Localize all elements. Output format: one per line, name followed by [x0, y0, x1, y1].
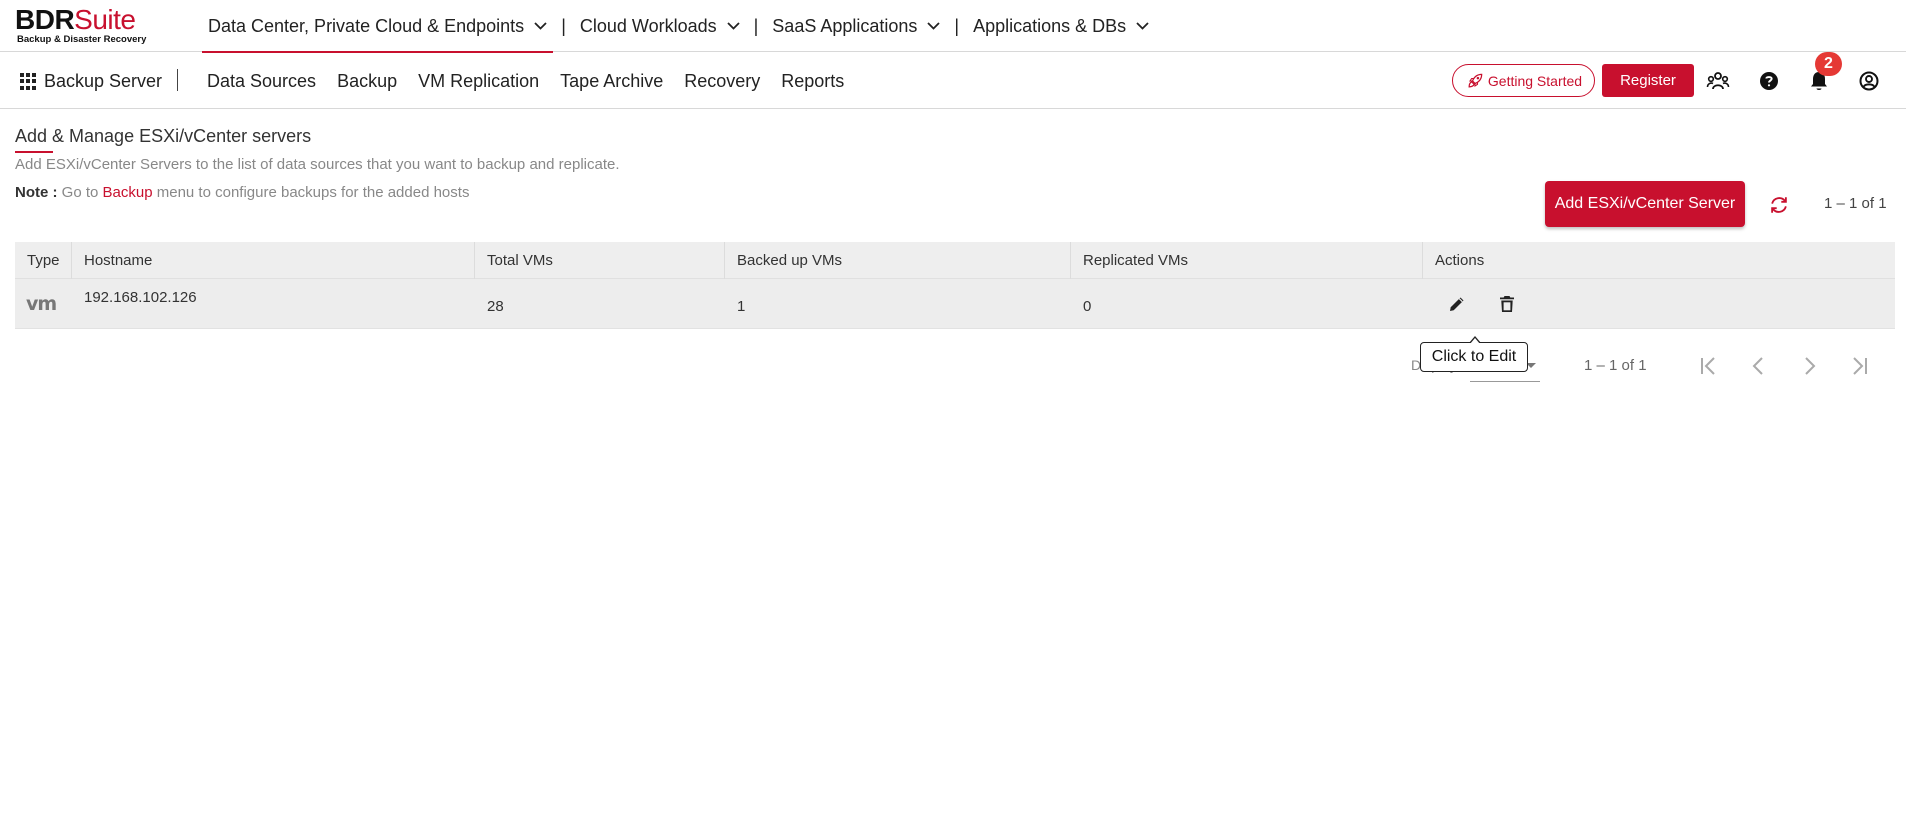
note-text-post: menu to configure backups for the added …	[152, 184, 470, 201]
column-header-total-vms[interactable]: Total VMs	[475, 242, 725, 279]
logo-tagline: Backup & Disaster Recovery	[17, 34, 147, 45]
tab-label: SaaS Applications	[772, 15, 918, 36]
tab-applications-dbs[interactable]: Applications & DBs	[967, 0, 1155, 52]
backup-link[interactable]: Backup	[103, 184, 153, 201]
first-page-icon[interactable]	[1697, 354, 1721, 378]
hostname-cell: 192.168.102.126	[84, 289, 197, 306]
page-note: Note : Go to Backup menu to configure ba…	[15, 184, 469, 201]
backed-up-vms-cell: 1	[737, 297, 746, 315]
refresh-icon[interactable]	[1768, 194, 1790, 216]
next-page-icon[interactable]	[1797, 354, 1821, 378]
chevron-down-icon	[927, 22, 941, 30]
table-row[interactable]: vm 192.168.102.126 28 1 0	[15, 279, 1895, 329]
tab-data-center[interactable]: Data Center, Private Cloud & Endpoints	[202, 0, 554, 53]
app-switcher[interactable]: Backup Server	[20, 71, 162, 92]
top-bar: BDRSuite Backup & Disaster Recovery Data…	[0, 0, 1906, 53]
users-icon[interactable]	[1706, 69, 1730, 93]
tab-label: Applications & DBs	[973, 15, 1127, 36]
range-label-top: 1 – 1 of 1	[1824, 195, 1887, 212]
note-text-pre: Go to	[57, 184, 103, 201]
bdrsuite-logo[interactable]: BDRSuite Backup & Disaster Recovery	[15, 5, 146, 45]
nav-divider	[177, 69, 178, 91]
product-tabs: Data Center, Private Cloud & Endpoints |…	[202, 0, 1155, 53]
rocket-icon	[1468, 73, 1483, 87]
nav-data-sources[interactable]: Data Sources	[207, 71, 316, 92]
tab-separator: |	[753, 15, 759, 36]
replicated-vms-cell: 0	[1083, 297, 1092, 315]
tab-separator: |	[954, 15, 960, 36]
tab-label: Cloud Workloads	[579, 15, 717, 36]
type-cell: vm	[15, 279, 72, 329]
nav-tape-archive[interactable]: Tape Archive	[560, 71, 663, 92]
previous-page-icon[interactable]	[1747, 354, 1771, 378]
last-page-icon[interactable]	[1847, 354, 1871, 378]
tab-label: Data Center, Private Cloud & Endpoints	[208, 15, 525, 36]
chevron-down-icon	[534, 22, 547, 30]
notification-badge: 2	[1815, 52, 1842, 76]
column-header-type[interactable]: Type	[15, 242, 72, 279]
column-header-hostname[interactable]: Hostname	[72, 242, 475, 279]
edit-pencil-icon[interactable]	[1446, 293, 1468, 315]
edit-tooltip: Click to Edit	[1420, 336, 1528, 372]
actions-cell	[1423, 279, 1895, 329]
help-icon[interactable]	[1757, 69, 1781, 93]
delete-trash-icon[interactable]	[1496, 293, 1518, 315]
title-underline	[15, 151, 53, 153]
paginator-range: 1 – 1 of 1	[1584, 357, 1647, 374]
register-button[interactable]: Register	[1602, 64, 1694, 97]
page-subtitle: Add ESXi/vCenter Servers to the list of …	[15, 156, 620, 173]
tab-saas-applications[interactable]: SaaS Applications	[766, 0, 946, 52]
getting-started-label: Getting Started	[1487, 72, 1583, 89]
vmware-icon: vm	[26, 293, 57, 315]
column-header-backed-up-vms[interactable]: Backed up VMs	[725, 242, 1071, 279]
getting-started-button[interactable]: Getting Started	[1452, 64, 1595, 97]
logo-text: BDRSuite	[15, 4, 136, 35]
nav-backup[interactable]: Backup	[337, 71, 397, 92]
nav-recovery[interactable]: Recovery	[684, 71, 760, 92]
table-header: Type Hostname Total VMs Backed up VMs Re…	[15, 242, 1895, 279]
nav-reports[interactable]: Reports	[781, 71, 844, 92]
chevron-down-icon	[726, 22, 740, 30]
column-header-replicated-vms[interactable]: Replicated VMs	[1071, 242, 1423, 279]
total-vms-cell: 28	[487, 297, 504, 315]
servers-table: Type Hostname Total VMs Backed up VMs Re…	[15, 242, 1895, 329]
chevron-down-icon	[1136, 22, 1149, 30]
apps-grid-icon	[20, 72, 38, 91]
column-header-actions: Actions	[1435, 252, 1485, 269]
account-icon[interactable]	[1857, 69, 1881, 93]
page-title: Add & Manage ESXi/vCenter servers	[15, 126, 312, 146]
note-label: Note :	[15, 184, 58, 201]
nav-vm-replication[interactable]: VM Replication	[418, 71, 539, 92]
add-server-button[interactable]: Add ESXi/vCenter Server	[1545, 181, 1745, 227]
tab-cloud-workloads[interactable]: Cloud Workloads	[574, 0, 746, 52]
nav-links: Data Sources Backup VM Replication Tape …	[207, 53, 865, 109]
tab-separator: |	[561, 15, 566, 36]
nav-bar: Backup Server Data Sources Backup VM Rep…	[0, 53, 1906, 109]
app-label: Backup Server	[44, 71, 163, 91]
